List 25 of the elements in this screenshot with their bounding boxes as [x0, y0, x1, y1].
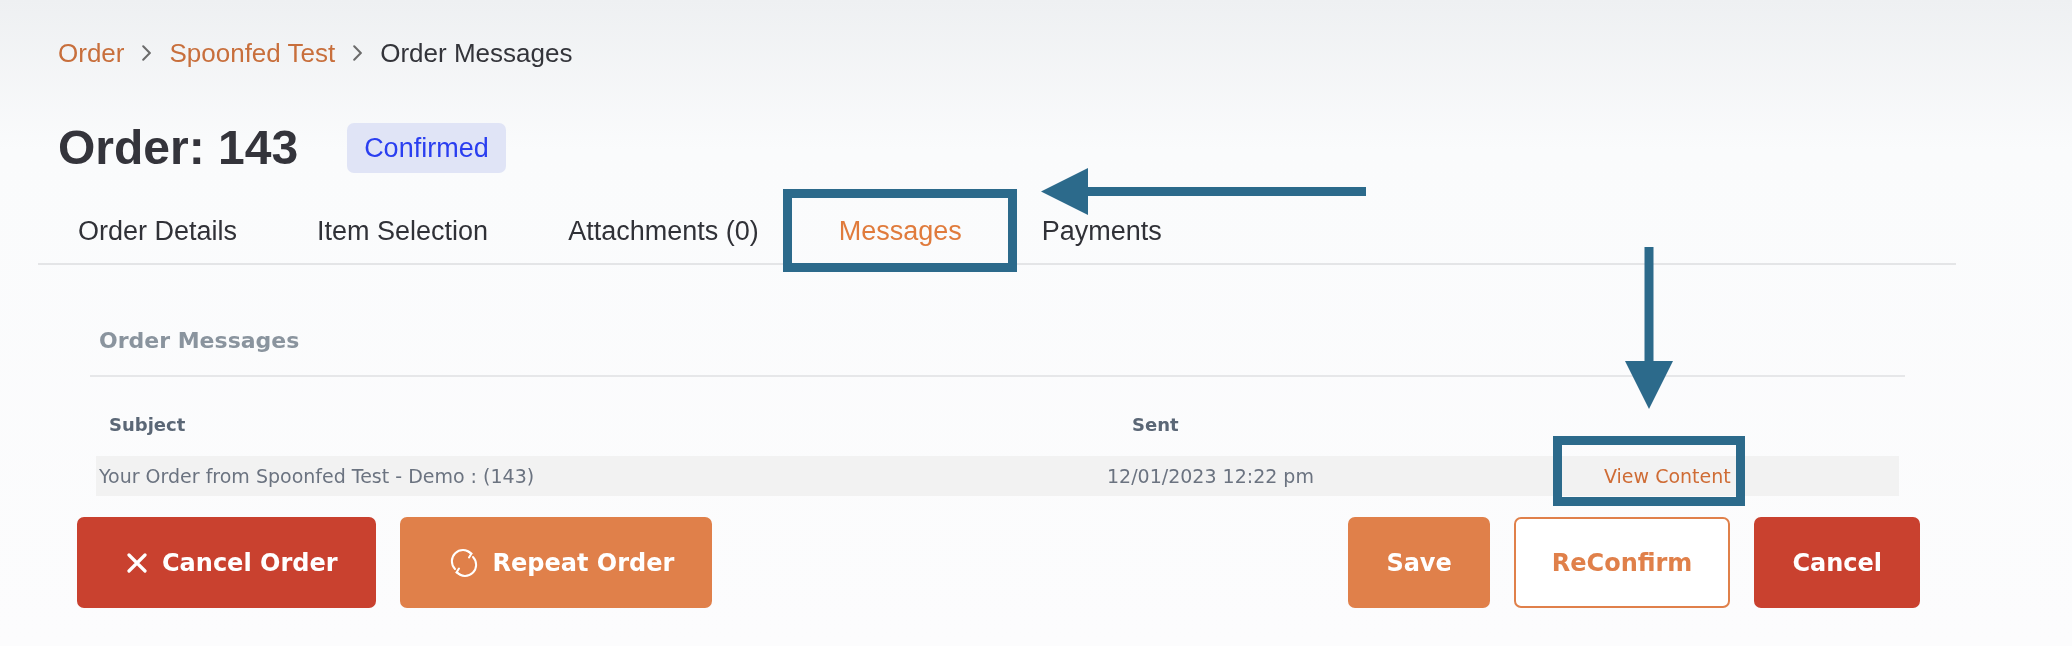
refresh-icon: [449, 548, 478, 577]
breadcrumb-link[interactable]: Order: [58, 38, 125, 68]
tab[interactable]: Attachments (0): [528, 199, 799, 263]
close-icon: [127, 552, 147, 573]
action-button[interactable]: ReConfirm: [1513, 517, 1731, 608]
breadcrumb-link[interactable]: Spoonfed Test: [169, 38, 336, 68]
chevron-right-icon: [353, 45, 363, 61]
section-title: Order Messages: [99, 327, 300, 355]
tab[interactable]: Order Details: [38, 199, 278, 263]
table-cell-text: Your Order from Spoonfed Test - Demo : (143): [99, 464, 535, 489]
view-content-link[interactable]: View Content: [1604, 456, 1731, 496]
status-badge: Confirmed: [347, 123, 506, 173]
table-cell-text: 12/01/2023 12:22 pm: [1107, 464, 1314, 489]
column-header: Sent: [1132, 413, 1179, 437]
action-button[interactable]: Cancel Order: [77, 517, 376, 608]
action-button[interactable]: Cancel: [1754, 517, 1920, 608]
column-header: Subject: [109, 413, 186, 437]
tab[interactable]: Payments: [1001, 199, 1202, 263]
tab[interactable]: Item Selection: [277, 199, 529, 263]
breadcrumb-current: Order Messages: [380, 38, 573, 68]
tab[interactable]: Messages: [798, 199, 1002, 263]
chevron-right-icon: [142, 45, 152, 61]
action-button[interactable]: Repeat Order: [399, 517, 713, 608]
action-button[interactable]: Save: [1348, 517, 1490, 608]
page-title: Order: 143: [58, 123, 299, 173]
